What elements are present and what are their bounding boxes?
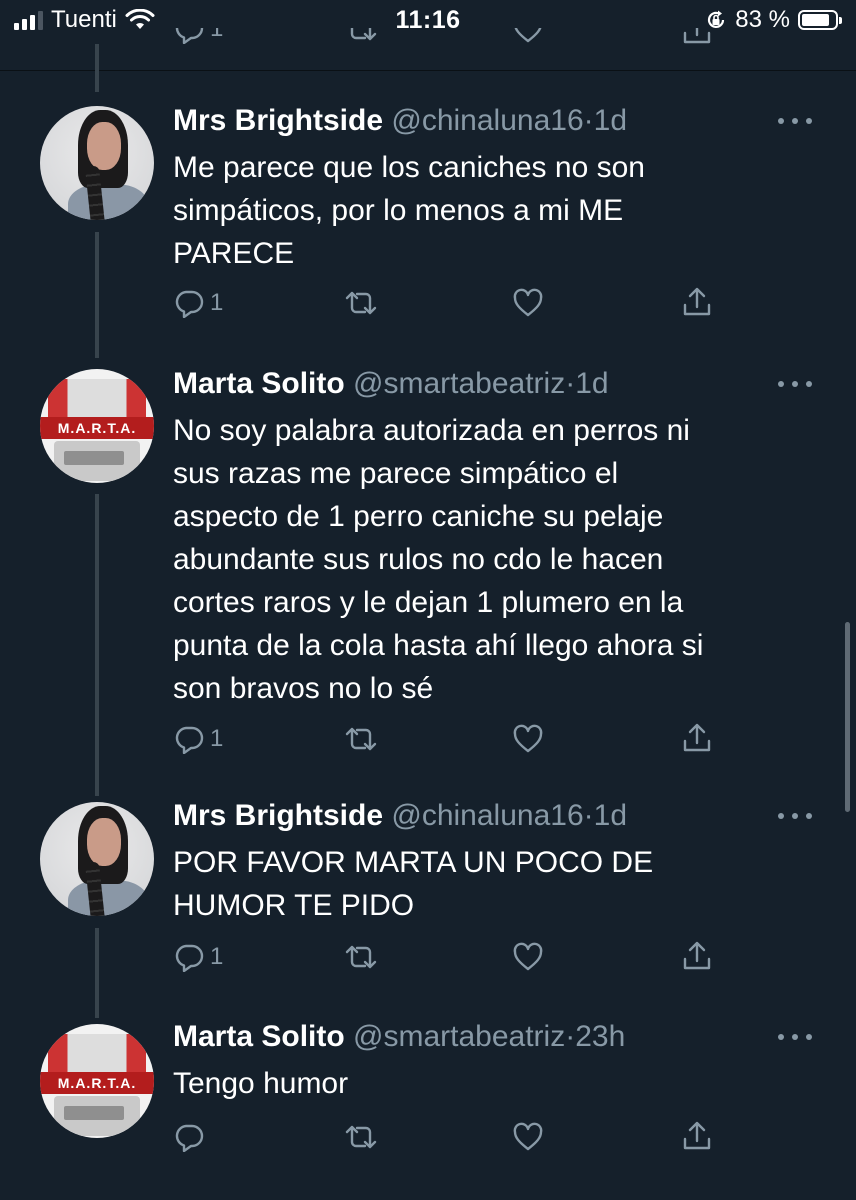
tweet-text: No soy palabra autorizada en perros ni s…	[173, 414, 704, 705]
username[interactable]: @smartabeatriz	[353, 1020, 565, 1053]
divider	[0, 70, 856, 71]
like-button[interactable]	[512, 28, 544, 44]
display-name[interactable]: Mrs Brightside	[173, 799, 383, 832]
tweet-text: POR FAVOR MARTA UN POCO DE HUMOR TE PIDO	[173, 846, 654, 922]
more-options-icon[interactable]	[778, 811, 812, 821]
retweet-icon	[345, 1125, 377, 1149]
tweet-actions: 1	[0, 286, 856, 328]
heart-icon	[513, 724, 543, 753]
reply-count: 1	[210, 943, 224, 970]
tweet-text: Me parece que los caniches no son simpát…	[173, 151, 645, 270]
share-icon	[683, 28, 711, 44]
reply-icon	[175, 726, 204, 754]
reply-icon	[175, 28, 204, 44]
separator: ·	[565, 367, 576, 400]
thread-line	[95, 44, 99, 92]
tweet[interactable]: M.A.R.T.A. Marta Solito @smartabeatriz·1…	[0, 364, 856, 784]
more-options-icon[interactable]	[778, 116, 812, 126]
reply-icon	[175, 290, 204, 318]
tweet-header: Mrs Brightside @chinaluna16·1d	[173, 104, 627, 138]
retweet-icon	[350, 28, 377, 41]
share-icon	[683, 287, 711, 316]
reply-count: 1	[210, 289, 224, 316]
username[interactable]: @smartabeatriz	[353, 367, 565, 400]
avatar-logo-text: M.A.R.T.A.	[40, 1072, 154, 1094]
reply-button[interactable]: 1	[174, 28, 223, 44]
tweet-actions: 1	[0, 940, 856, 982]
share-button[interactable]	[681, 1120, 713, 1152]
like-button[interactable]	[512, 942, 544, 972]
tweet[interactable]: Mrs Brightside @chinaluna16·1d Me parece…	[0, 100, 856, 350]
retweet-icon	[345, 945, 377, 969]
heart-icon	[513, 1122, 543, 1151]
separator: ·	[583, 799, 594, 832]
reply-button[interactable]: 1	[174, 288, 223, 318]
retweet-button[interactable]	[343, 942, 379, 972]
tweet-header: Marta Solito @smartabeatriz·23h	[173, 1020, 625, 1054]
scrollbar[interactable]	[845, 622, 850, 812]
reply-button[interactable]: 1	[174, 724, 223, 754]
tweet[interactable]: M.A.R.T.A. Marta Solito @smartabeatriz·2…	[0, 1020, 856, 1200]
share-button[interactable]	[681, 940, 713, 972]
reply-button[interactable]: 1	[174, 942, 223, 972]
share-icon	[683, 1121, 711, 1150]
avatar[interactable]: M.A.R.T.A.	[40, 1024, 154, 1138]
tweet-actions	[0, 1120, 856, 1162]
share-button[interactable]	[681, 722, 713, 754]
like-button[interactable]	[512, 724, 544, 754]
share-button[interactable]	[681, 286, 713, 318]
reply-count: 1	[210, 725, 224, 752]
tweet-actions: 1	[0, 722, 856, 764]
display-name[interactable]: Mrs Brightside	[173, 104, 383, 137]
avatar[interactable]	[40, 802, 154, 916]
like-button[interactable]	[512, 1122, 544, 1152]
reply-icon	[175, 1124, 204, 1152]
avatar[interactable]	[40, 106, 154, 220]
retweet-icon	[345, 727, 377, 751]
previous-tweet-actions: 1	[0, 28, 856, 56]
avatar-logo-text: M.A.R.T.A.	[40, 417, 154, 439]
display-name[interactable]: Marta Solito	[173, 1020, 345, 1053]
more-options-icon[interactable]	[778, 1032, 812, 1042]
tweet[interactable]: Mrs Brightside @chinaluna16·1d POR FAVOR…	[0, 798, 856, 998]
more-options-icon[interactable]	[778, 379, 812, 389]
tweet-text: Tengo humor	[173, 1067, 349, 1100]
tweet-header: Marta Solito @smartabeatriz·1d	[173, 367, 609, 401]
reply-button[interactable]	[174, 1122, 210, 1152]
reply-icon	[175, 944, 204, 972]
reply-count: 1	[210, 28, 224, 42]
heart-icon	[514, 28, 542, 43]
heart-icon	[513, 942, 543, 971]
heart-icon	[513, 288, 543, 317]
retweet-button[interactable]	[343, 1122, 379, 1152]
timestamp[interactable]: 1d	[594, 799, 627, 832]
username[interactable]: @chinaluna16	[391, 799, 583, 832]
avatar[interactable]: M.A.R.T.A.	[40, 369, 154, 483]
retweet-icon	[345, 291, 377, 315]
retweet-button[interactable]	[343, 28, 379, 44]
share-button[interactable]	[681, 28, 713, 46]
separator: ·	[583, 104, 594, 137]
username[interactable]: @chinaluna16	[391, 104, 583, 137]
retweet-button[interactable]	[343, 288, 379, 318]
timestamp[interactable]: 1d	[594, 104, 627, 137]
timestamp[interactable]: 1d	[575, 367, 608, 400]
retweet-button[interactable]	[343, 724, 379, 754]
share-icon	[683, 941, 711, 970]
display-name[interactable]: Marta Solito	[173, 367, 345, 400]
timestamp[interactable]: 23h	[575, 1020, 625, 1053]
share-icon	[683, 723, 711, 752]
tweet-header: Mrs Brightside @chinaluna16·1d	[173, 799, 627, 833]
separator: ·	[565, 1020, 576, 1053]
battery-fill	[802, 14, 829, 26]
like-button[interactable]	[512, 288, 544, 318]
battery-icon	[798, 10, 842, 30]
